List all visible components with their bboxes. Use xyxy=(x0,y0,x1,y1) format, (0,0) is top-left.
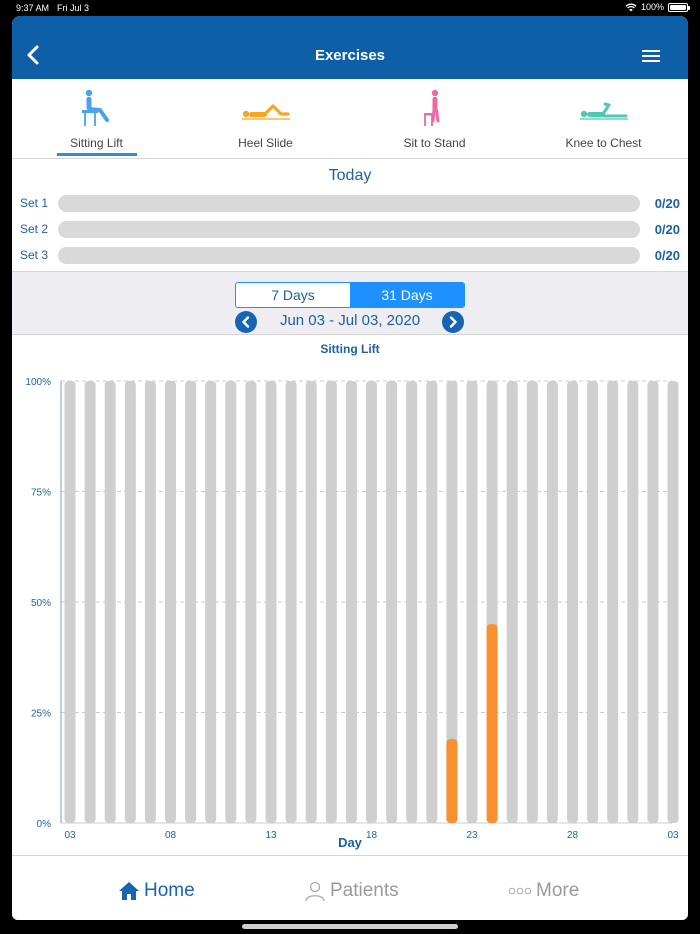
bar-background xyxy=(124,381,136,823)
bar-value xyxy=(486,624,498,823)
exercise-label: Knee to Chest xyxy=(565,136,642,150)
next-range-button[interactable] xyxy=(442,311,464,333)
set-row: Set 3 0/20 xyxy=(12,245,688,265)
x-tick-label: 18 xyxy=(366,830,378,841)
person-icon xyxy=(305,881,325,902)
tab-label: More xyxy=(536,880,580,901)
y-tick-label: 100% xyxy=(25,377,51,388)
home-indicator xyxy=(242,924,458,929)
x-axis-label: Day xyxy=(338,835,363,850)
page-title: Exercises xyxy=(314,47,386,64)
bar-background xyxy=(325,381,337,823)
bar-background xyxy=(526,381,538,823)
selected-underline xyxy=(57,153,137,156)
x-tick-label: 28 xyxy=(567,830,579,841)
set-progress-bar xyxy=(58,195,640,212)
bar-background xyxy=(305,381,317,823)
bar-background xyxy=(567,381,578,823)
set-progress-bar xyxy=(58,221,640,238)
app-window: Exercises Sitting Lift Heel Slide Sit to… xyxy=(12,16,688,920)
wifi-icon xyxy=(625,3,637,11)
x-tick-label: 03 xyxy=(667,830,679,841)
set-row: Set 2 0/20 xyxy=(12,219,688,239)
bar-background xyxy=(386,381,398,823)
bar-background xyxy=(587,381,599,823)
hamburger-menu-icon[interactable] xyxy=(642,50,660,62)
y-tick-label: 50% xyxy=(31,598,51,609)
bar-background xyxy=(546,381,558,823)
range-7-days-button[interactable]: 7 Days xyxy=(236,283,350,307)
bar-background xyxy=(225,381,237,823)
sit-to-stand-icon xyxy=(423,89,439,126)
bar-background xyxy=(426,381,438,823)
date-range-label: Jun 03 - Jul 03, 2020 xyxy=(279,312,421,329)
set-label: Set 3 xyxy=(20,248,49,262)
tab-patients[interactable]: Patients xyxy=(304,878,399,904)
tab-home[interactable]: Home xyxy=(118,878,195,904)
more-dots-icon xyxy=(508,887,532,895)
sitting-lift-icon xyxy=(81,89,109,126)
x-tick-label: 13 xyxy=(265,830,277,841)
knee-to-chest-icon xyxy=(579,102,628,120)
set-label: Set 2 xyxy=(20,222,49,236)
bar-background xyxy=(245,381,257,823)
bar-background xyxy=(165,381,176,823)
bar-background xyxy=(265,381,277,823)
tab-label: Patients xyxy=(330,880,399,901)
status-time: 9:37 AM xyxy=(16,3,50,13)
exercise-label: Sit to Stand xyxy=(403,136,466,150)
tab-more[interactable]: More xyxy=(508,878,579,904)
heel-slide-icon xyxy=(241,104,290,120)
set-label: Set 1 xyxy=(20,196,49,210)
bar-background xyxy=(285,381,297,823)
bar-background xyxy=(406,381,418,823)
sitting-lift-bar-chart: Sitting Lift 0% 25% 50% 75% 100% 03 08 13 18 23 2… xyxy=(25,342,679,850)
bar-background xyxy=(607,381,619,823)
navigation-bar: Exercises xyxy=(12,16,688,79)
bar-background xyxy=(466,381,478,823)
battery-percent: 100% xyxy=(640,2,664,12)
home-icon xyxy=(119,882,139,900)
x-tick-label: 23 xyxy=(466,830,478,841)
bar-background xyxy=(84,381,96,823)
chart-title: Sitting Lift xyxy=(320,342,379,356)
today-progress-panel: Today Set 1 0/20 Set 2 0/20 Set 3 0/20 xyxy=(12,158,688,278)
bar-background xyxy=(506,381,518,823)
x-tick-label: 08 xyxy=(165,830,177,841)
bar-background xyxy=(647,381,659,823)
bar-background xyxy=(667,381,679,823)
bar-background xyxy=(144,381,156,823)
status-bar: 9:37 AM Fri Jul 3 100% xyxy=(0,0,700,16)
x-tick-label: 03 xyxy=(64,830,76,841)
set-count: 0/20 xyxy=(654,196,680,211)
battery-icon xyxy=(668,2,690,12)
chevron-right-icon xyxy=(449,316,457,328)
set-progress-bar xyxy=(58,247,640,264)
bar-background xyxy=(627,381,639,823)
status-date: Fri Jul 3 xyxy=(57,3,90,13)
bar-value xyxy=(446,739,458,823)
y-tick-label: 75% xyxy=(31,488,51,499)
bar-background xyxy=(345,381,357,823)
range-segmented-control: 7 Days 31 Days xyxy=(235,282,465,308)
date-range-panel: 7 Days 31 Days Jun 03 - Jul 03, 2020 xyxy=(12,271,688,335)
bar-background xyxy=(366,381,377,823)
exercise-label: Heel Slide xyxy=(238,136,293,150)
set-count: 0/20 xyxy=(654,222,680,237)
bar-background xyxy=(64,381,76,823)
set-count: 0/20 xyxy=(654,248,680,263)
status-right: 100% xyxy=(625,2,690,12)
today-heading: Today xyxy=(328,167,372,184)
set-row: Set 1 0/20 xyxy=(12,193,688,213)
y-tick-label: 25% xyxy=(31,709,51,720)
range-31-days-button[interactable]: 31 Days xyxy=(350,283,464,307)
bar-background xyxy=(185,381,197,823)
bar-background xyxy=(205,381,217,823)
exercise-label: Sitting Lift xyxy=(70,136,123,150)
bar-background xyxy=(104,381,116,823)
tab-label: Home xyxy=(144,880,195,901)
y-tick-label: 0% xyxy=(37,819,52,830)
bottom-tab-bar: Home Patients More xyxy=(12,855,688,920)
chart-area: Sitting Lift 0% 25% 50% 75% 100% 03 08 13 18 23 2… xyxy=(12,336,688,856)
